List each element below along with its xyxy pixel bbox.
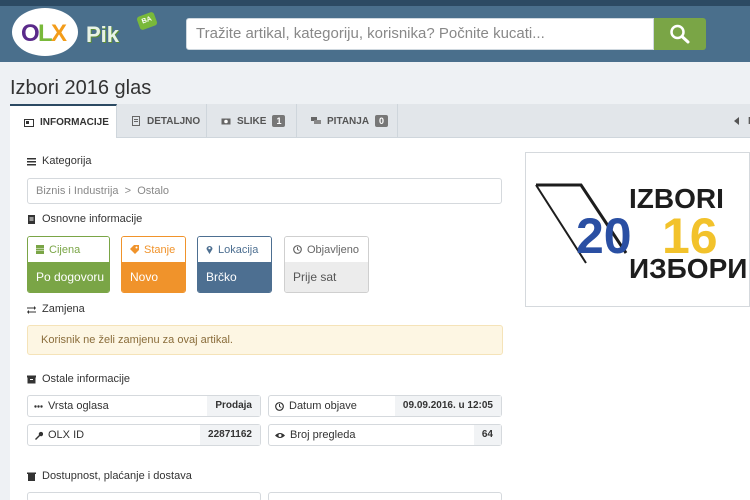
header-stripe xyxy=(0,0,750,6)
olx-logo[interactable]: O L X xyxy=(12,8,78,56)
pik-logo-word: Pik xyxy=(86,22,120,47)
detail-value: 64 xyxy=(473,425,501,445)
info-card-icon xyxy=(24,118,34,127)
detail-value: 09.09.2016. u 12:05 xyxy=(394,396,501,416)
pik-logo[interactable]: Pik BA xyxy=(86,11,158,50)
search-icon xyxy=(670,24,690,44)
breadcrumb-item[interactable]: Ostalo xyxy=(137,185,169,197)
section-dostupnost: Dostupnost, plaćanje i dostava xyxy=(27,470,192,482)
arrow-left-icon xyxy=(734,117,739,125)
card-value: Po dogovoru xyxy=(28,262,109,292)
section-title: Dostupnost, plaćanje i dostava xyxy=(42,470,192,482)
tab-badge: 0 xyxy=(375,115,389,127)
section-title: Zamjena xyxy=(42,303,85,315)
card-label: Cijena xyxy=(49,243,81,256)
card-value: Novo xyxy=(122,262,185,292)
section-title: Osnovne informacije xyxy=(42,213,143,225)
top-header: O L X Pik BA Tražite artikal, kategoriju… xyxy=(0,0,750,62)
detail-value: Prodaja xyxy=(207,396,260,416)
svg-text:20: 20 xyxy=(576,208,632,264)
breadcrumb-separator: > xyxy=(124,185,132,197)
card-stanje: Stanje Novo xyxy=(121,236,186,293)
section-ostale: Ostale informacije xyxy=(27,373,130,385)
detail-label: Broj pregleda xyxy=(290,429,356,441)
map-pin-icon xyxy=(206,246,213,254)
breadcrumb-item[interactable]: Biznis i Industrija xyxy=(36,185,119,197)
tab-label: INFORMACIJE xyxy=(40,117,109,128)
tab-pitanja[interactable]: PITANJA 0 xyxy=(297,104,398,138)
izbori-2016-logo: IZBORI 20 16 ИЗБОРИ xyxy=(535,183,747,284)
detail-row-partial xyxy=(268,492,502,500)
detail-label: OLX ID xyxy=(48,429,85,441)
detail-value: 22871162 xyxy=(200,425,260,445)
tab-label: PITANJA xyxy=(327,115,370,127)
card-value: Prije sat xyxy=(285,262,368,292)
olx-logo-l: L xyxy=(38,20,53,47)
zamjena-notice: Korisnik ne želi zamjenu za ovaj artikal… xyxy=(27,325,503,355)
card-label: Lokacija xyxy=(218,243,259,256)
tab-detaljno[interactable]: DETALJNO xyxy=(117,104,207,138)
eye-icon xyxy=(275,432,285,438)
tab-slike[interactable]: SLIKE 1 xyxy=(207,104,297,138)
breadcrumb: Biznis i Industrija > Ostalo xyxy=(27,178,502,204)
section-kategorija: Kategorija xyxy=(27,155,92,167)
olx-logo-o: O xyxy=(21,20,40,47)
tag-icon xyxy=(130,245,139,254)
detail-label: Vrsta oglasa xyxy=(48,400,109,412)
tab-informacije[interactable]: INFORMACIJE xyxy=(10,104,117,139)
tab-label: SLIKE xyxy=(237,115,267,127)
detail-olx-id: OLX ID 22871162 xyxy=(27,424,261,446)
section-zamjena: Zamjena xyxy=(27,303,85,315)
clock-icon xyxy=(293,245,302,254)
camera-icon xyxy=(221,118,231,125)
dots-icon xyxy=(34,404,43,408)
tab-label: DETALJNO xyxy=(147,115,201,127)
page-title: Izbori 2016 glas xyxy=(10,77,152,99)
olx-logo-x: X xyxy=(51,20,67,47)
card-label: Objavljeno xyxy=(307,243,359,256)
ad-main-image[interactable]: IZBORI 20 16 ИЗБОРИ xyxy=(525,152,750,307)
box-icon xyxy=(27,375,36,383)
detail-datum-objave: Datum objave 09.09.2016. u 12:05 xyxy=(268,395,502,417)
detail-broj-pregleda: Broj pregleda 64 xyxy=(268,424,502,446)
card-objavljeno: Objavljeno Prije sat xyxy=(284,236,369,293)
pik-logo-tag: BA xyxy=(136,11,158,31)
money-icon xyxy=(36,245,44,254)
detail-label: Datum objave xyxy=(289,400,357,412)
document-icon xyxy=(28,214,35,224)
clock-icon xyxy=(275,401,284,411)
tab-badge: 1 xyxy=(272,115,286,127)
section-title: Kategorija xyxy=(42,155,92,167)
section-osnovne: Osnovne informacije xyxy=(27,213,142,225)
search-button[interactable] xyxy=(654,18,706,50)
card-cijena: Cijena Po dogovoru xyxy=(27,236,110,293)
tab-bar: INFORMACIJE DETALJNO SLIKE 1 PITANJA 0 N… xyxy=(10,104,750,139)
svg-text:ИЗБОРИ: ИЗБОРИ xyxy=(629,253,747,284)
chat-icon xyxy=(311,117,321,124)
card-value: Brčko xyxy=(198,262,271,292)
search-input[interactable]: Tražite artikal, kategoriju, korisnika? … xyxy=(186,18,654,50)
tab-back[interactable]: NA xyxy=(734,104,750,138)
card-lokacija: Lokacija Brčko xyxy=(197,236,272,293)
exchange-icon xyxy=(27,305,36,314)
section-title: Ostale informacije xyxy=(42,373,131,385)
wrench-icon xyxy=(35,431,43,440)
trash-icon xyxy=(27,472,36,481)
detail-row-partial xyxy=(27,492,261,500)
card-label: Stanje xyxy=(144,243,176,256)
detail-vrsta-oglasa: Vrsta oglasa Prodaja xyxy=(27,395,261,417)
document-icon xyxy=(132,116,140,126)
list-icon xyxy=(27,157,36,165)
